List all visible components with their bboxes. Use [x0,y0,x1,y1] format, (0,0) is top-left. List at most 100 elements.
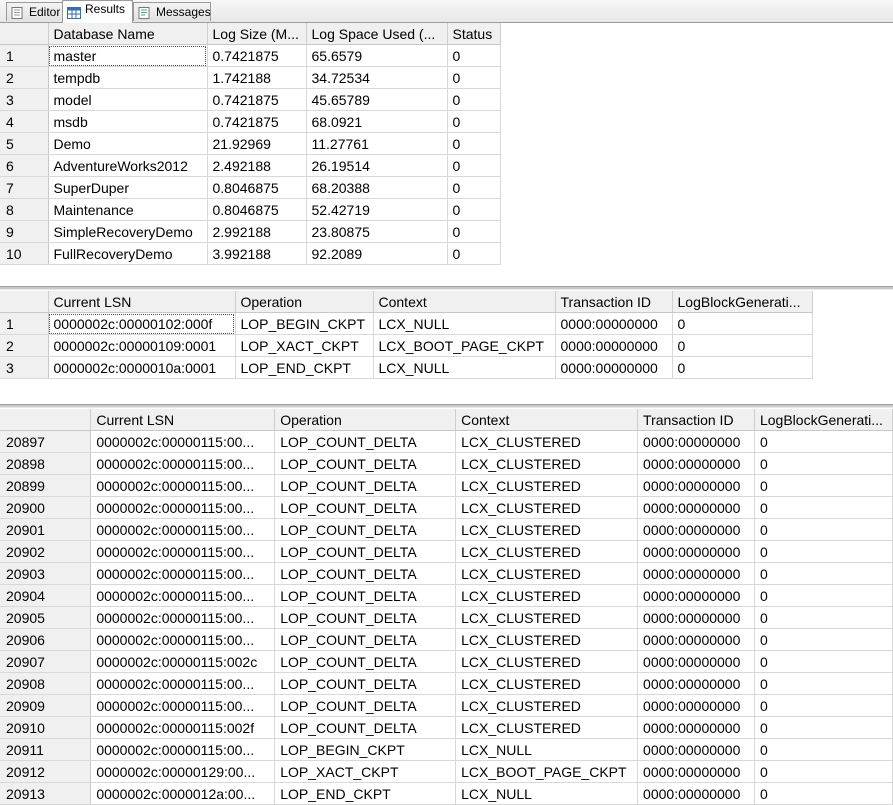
grid-cell[interactable]: 0 [754,650,893,673]
grid-cell[interactable]: 0000002c:00000115:00... [90,474,276,497]
grid-cell[interactable]: LCX_BOOT_PAGE_CKPT [373,334,556,357]
pane-splitter-1[interactable] [0,286,893,290]
grid-cell[interactable]: LCX_CLUSTERED [455,452,639,475]
grid-cell[interactable]: 0 [447,44,501,67]
table-row[interactable]: 3 model 0.7421875 45.65789 0 [0,88,501,111]
grid-cell[interactable]: 0000002c:00000129:00... [90,760,276,783]
grid-cell[interactable]: 23.80875 [306,220,448,243]
table-row[interactable]: 20907 0000002c:00000115:002c LOP_COUNT_DEL… [0,650,893,673]
grid-cell[interactable]: 11.27761 [306,132,448,155]
row-number[interactable]: 6 [0,154,49,177]
tab-editor[interactable]: Editor [6,2,63,21]
grid-cell[interactable]: 0000:00000000 [555,312,673,335]
grid-cell[interactable]: 0000002c:0000012a:00... [90,782,276,805]
grid-cell[interactable]: 0000002c:00000115:00... [90,562,276,585]
row-number[interactable]: 5 [0,132,49,155]
row-number[interactable]: 10 [0,242,49,265]
row-number[interactable]: 2 [0,66,49,89]
grid-cell[interactable]: 0 [754,430,893,453]
row-number[interactable]: 20897 [0,430,92,453]
grid-cell[interactable]: LCX_NULL [373,312,556,335]
row-number[interactable]: 1 [0,312,49,335]
grid-cell[interactable]: Maintenance [48,198,208,221]
grid-cell[interactable]: 52.42719 [306,198,448,221]
row-number[interactable]: 8 [0,198,49,221]
grid-cell[interactable]: 0000002c:00000102:000f [48,312,236,335]
column-header[interactable]: LogBlockGenerati... [672,291,813,313]
grid-cell[interactable]: LCX_CLUSTERED [455,716,639,739]
row-number[interactable]: 3 [0,88,49,111]
table-row[interactable]: 1 master 0.7421875 65.6579 0 [0,44,501,67]
grid-cell[interactable]: 0000:00000000 [637,606,755,629]
grid-cell[interactable]: 0 [754,672,893,695]
table-row[interactable]: 20913 0000002c:0000012a:00... LOP_END_CKPT… [0,782,893,805]
grid-cell[interactable]: 0000002c:00000115:00... [90,606,276,629]
row-number[interactable]: 20912 [0,760,92,783]
grid-cell[interactable]: 0 [447,242,501,265]
grid-cell[interactable]: 0000002c:00000115:00... [90,672,276,695]
column-header[interactable]: Transaction ID [555,291,673,313]
grid-cell[interactable]: 0000:00000000 [637,650,755,673]
grid-cell[interactable]: 45.65789 [306,88,448,111]
table-row[interactable]: 20900 0000002c:00000115:00... LOP_COUNT_DE… [0,496,893,519]
grid-cell[interactable]: 0000002c:00000115:00... [90,496,276,519]
column-header[interactable]: Operation [235,291,374,313]
pane-splitter-2[interactable] [0,404,893,408]
grid-cell[interactable]: 0000002c:00000115:00... [90,430,276,453]
grid-cell[interactable]: LCX_CLUSTERED [455,694,639,717]
table-row[interactable]: 4 msdb 0.7421875 68.0921 0 [0,110,501,133]
column-header[interactable]: Database Name [48,23,208,45]
grid-cell[interactable]: LCX_CLUSTERED [455,518,639,541]
grid-cell[interactable]: 0 [447,110,501,133]
table-row[interactable]: 20906 0000002c:00000115:00... LOP_COUNT_DE… [0,628,893,651]
grid-cell[interactable]: 0.7421875 [207,88,307,111]
grid-cell[interactable]: LOP_COUNT_DELTA [274,628,457,651]
row-number[interactable]: 2 [0,334,49,357]
grid-cell[interactable]: 0000002c:00000115:002c [90,650,276,673]
grid-cell[interactable]: LCX_CLUSTERED [455,584,639,607]
grid-cell[interactable]: msdb [48,110,208,133]
column-header[interactable]: Current LSN [48,291,236,313]
grid-cell[interactable]: 0000002c:00000115:00... [90,694,276,717]
row-number[interactable]: 9 [0,220,49,243]
grid-cell[interactable]: 0 [754,496,893,519]
grid-cell[interactable]: 0 [447,132,501,155]
row-number[interactable]: 20905 [0,606,92,629]
grid-cell[interactable]: 0000:00000000 [637,452,755,475]
grid-cell[interactable]: 3.992188 [207,242,307,265]
grid-cell[interactable]: 0 [447,220,501,243]
grid-cell[interactable]: SuperDuper [48,176,208,199]
grid-cell[interactable]: FullRecoveryDemo [48,242,208,265]
grid-cell[interactable]: 0000:00000000 [637,782,755,805]
row-number[interactable]: 20909 [0,694,92,717]
grid-cell[interactable]: 0000002c:00000115:00... [90,540,276,563]
table-row[interactable]: 20911 0000002c:00000115:00... LOP_BEGIN_CK… [0,738,893,761]
grid-cell[interactable]: SimpleRecoveryDemo [48,220,208,243]
grid-cell[interactable]: 0000:00000000 [637,540,755,563]
grid-cell[interactable]: 0000:00000000 [637,760,755,783]
grid-cell[interactable]: LCX_CLUSTERED [455,650,639,673]
grid-cell[interactable]: 0 [754,760,893,783]
grid-cell[interactable]: master [48,44,208,67]
grid-cell[interactable]: LCX_CLUSTERED [455,430,639,453]
grid-cell[interactable]: 21.92969 [207,132,307,155]
table-row[interactable]: 2 0000002c:00000109:0001 LOP_XACT_CKPT LCX_… [0,334,813,357]
grid-cell[interactable]: 0 [754,694,893,717]
grid-cell[interactable]: LCX_NULL [373,356,556,379]
table-row[interactable]: 20899 0000002c:00000115:00... LOP_COUNT_DE… [0,474,893,497]
grid-cell[interactable]: 0 [672,356,813,379]
grid-cell[interactable]: 0000002c:00000115:00... [90,738,276,761]
row-number[interactable]: 20906 [0,628,92,651]
grid-cell[interactable]: LOP_COUNT_DELTA [274,672,457,695]
grid-cell[interactable]: 0000:00000000 [555,334,673,357]
grid-cell[interactable]: 0000:00000000 [637,496,755,519]
grid-cell[interactable]: 0000:00000000 [637,694,755,717]
grid-cell[interactable]: LCX_CLUSTERED [455,606,639,629]
grid-cell[interactable]: 0000002c:00000115:00... [90,452,276,475]
grid-cell[interactable]: 0 [754,716,893,739]
grid-cell[interactable]: LOP_COUNT_DELTA [274,606,457,629]
grid-cell[interactable]: Demo [48,132,208,155]
grid-cell[interactable]: LOP_COUNT_DELTA [274,562,457,585]
grid-cell[interactable]: 0 [754,584,893,607]
grid-cell[interactable]: LCX_CLUSTERED [455,474,639,497]
